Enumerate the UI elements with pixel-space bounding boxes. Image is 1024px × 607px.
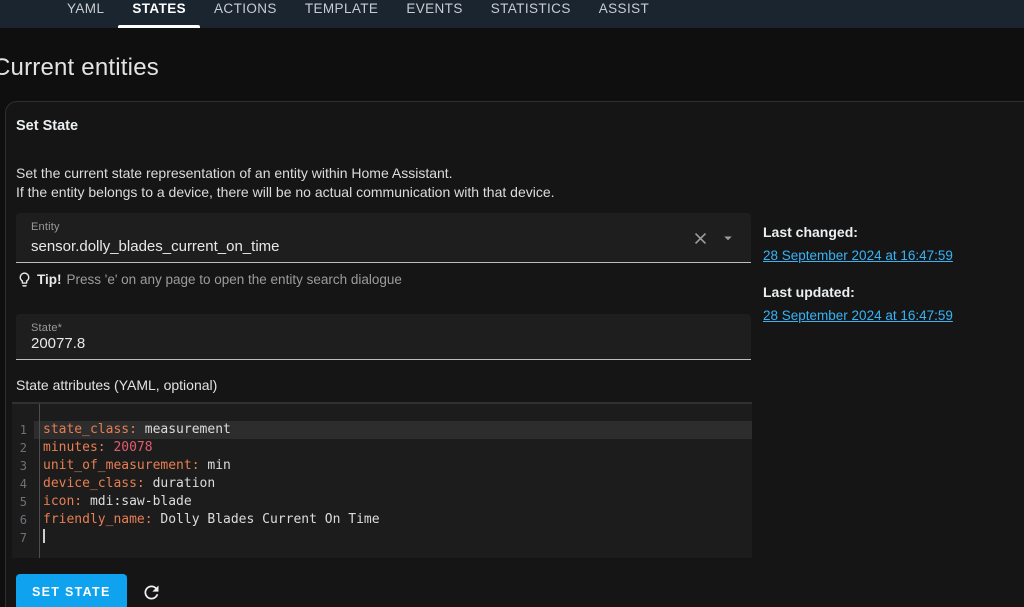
editor-line-6: 6 friendly_name: Dolly Blades Current On … [12, 511, 752, 529]
editor-line-4: 4 device_class: duration [12, 475, 752, 493]
last-updated-link[interactable]: 28 September 2024 at 16:47:59 [763, 308, 953, 323]
state-attributes-label: State attributes (YAML, optional) [16, 377, 218, 393]
card-title: Set State [16, 118, 79, 134]
editor-line-2: 2 minutes: 20078 [12, 439, 752, 457]
line-number: 3 [19, 459, 27, 473]
set-state-button[interactable]: SET STATE [16, 574, 127, 607]
last-updated-label: Last updated: [763, 284, 855, 300]
chevron-down-icon[interactable] [717, 227, 739, 249]
line-code: icon: mdi:saw-blade [43, 494, 192, 509]
set-state-form: Set State Set the current state represen… [11, 118, 752, 607]
tab-template[interactable]: TEMPLATE [291, 0, 392, 28]
last-changed-label: Last changed: [763, 224, 858, 240]
state-field-label: State* [31, 322, 63, 334]
line-number: 7 [19, 531, 27, 545]
set-state-card: Set State Set the current state represen… [5, 101, 1024, 607]
line-number: 6 [19, 513, 27, 527]
tab-states[interactable]: STATES [118, 0, 200, 28]
state-field[interactable]: State* 20077.8 [16, 314, 751, 360]
lightbulb-icon [19, 272, 30, 287]
line-code: unit_of_measurement: min [43, 458, 231, 473]
editor-gutter-divider [39, 404, 40, 558]
developer-tools-tab-bar: YAML STATES ACTIONS TEMPLATE EVENTS STATISTIC… [0, 0, 1024, 28]
tab-actions[interactable]: ACTIONS [200, 0, 291, 28]
tab-events[interactable]: EVENTS [392, 0, 476, 28]
line-number: 5 [19, 495, 27, 509]
page-title: Current entities [0, 54, 159, 81]
editor-line-1: 1 state_class: measurement [12, 421, 752, 439]
line-code [34, 529, 752, 547]
entity-field-icons [689, 227, 739, 249]
refresh-icon[interactable] [141, 582, 162, 603]
card-description: Set the current state representation of … [16, 164, 751, 201]
tip-label: Tip! [37, 272, 62, 287]
tab-list: YAML STATES ACTIONS TEMPLATE EVENTS STATISTIC… [53, 0, 663, 28]
editor-line-3: 3 unit_of_measurement: min [12, 457, 752, 475]
entity-tip: Tip! Press 'e' on any page to open the e… [16, 271, 751, 288]
line-code: state_class: measurement [34, 421, 752, 439]
description-line-2: If the entity belongs to a device, there… [16, 183, 555, 200]
line-code: minutes: 20078 [43, 440, 153, 455]
line-number: 4 [19, 477, 27, 491]
entity-field-label: Entity [31, 221, 60, 233]
entity-meta-panel: Last changed: 28 September 2024 at 16:47… [763, 224, 953, 323]
tab-assist[interactable]: ASSIST [585, 0, 663, 28]
form-actions: SET STATE [16, 574, 751, 607]
tab-statistics[interactable]: STATISTICS [477, 0, 585, 28]
editor-line-7: 7 [12, 529, 752, 547]
tip-text: Press 'e' on any page to open the entity… [66, 272, 402, 287]
yaml-editor[interactable]: 1 state_class: measurement 2 minutes: 20078… [12, 402, 752, 558]
text-cursor [43, 529, 45, 543]
last-changed-link[interactable]: 28 September 2024 at 16:47:59 [763, 248, 953, 263]
description-line-1: Set the current state representation of … [16, 165, 453, 181]
last-changed-block: Last changed: 28 September 2024 at 16:47… [763, 224, 953, 263]
entity-field[interactable]: Entity sensor.dolly_blades_current_on_ti… [16, 213, 751, 263]
entity-field-value: sensor.dolly_blades_current_on_time [31, 238, 280, 255]
last-updated-block: Last updated: 28 September 2024 at 16:47… [763, 284, 953, 323]
close-icon[interactable] [689, 227, 711, 249]
line-code: device_class: duration [43, 476, 216, 491]
tab-yaml[interactable]: YAML [53, 0, 118, 28]
line-code: friendly_name: Dolly Blades Current On T… [43, 512, 380, 527]
editor-line-5: 5 icon: mdi:saw-blade [12, 493, 752, 511]
line-number: 1 [19, 423, 27, 437]
line-number: 2 [19, 441, 27, 455]
state-field-value: 20077.8 [31, 335, 86, 352]
